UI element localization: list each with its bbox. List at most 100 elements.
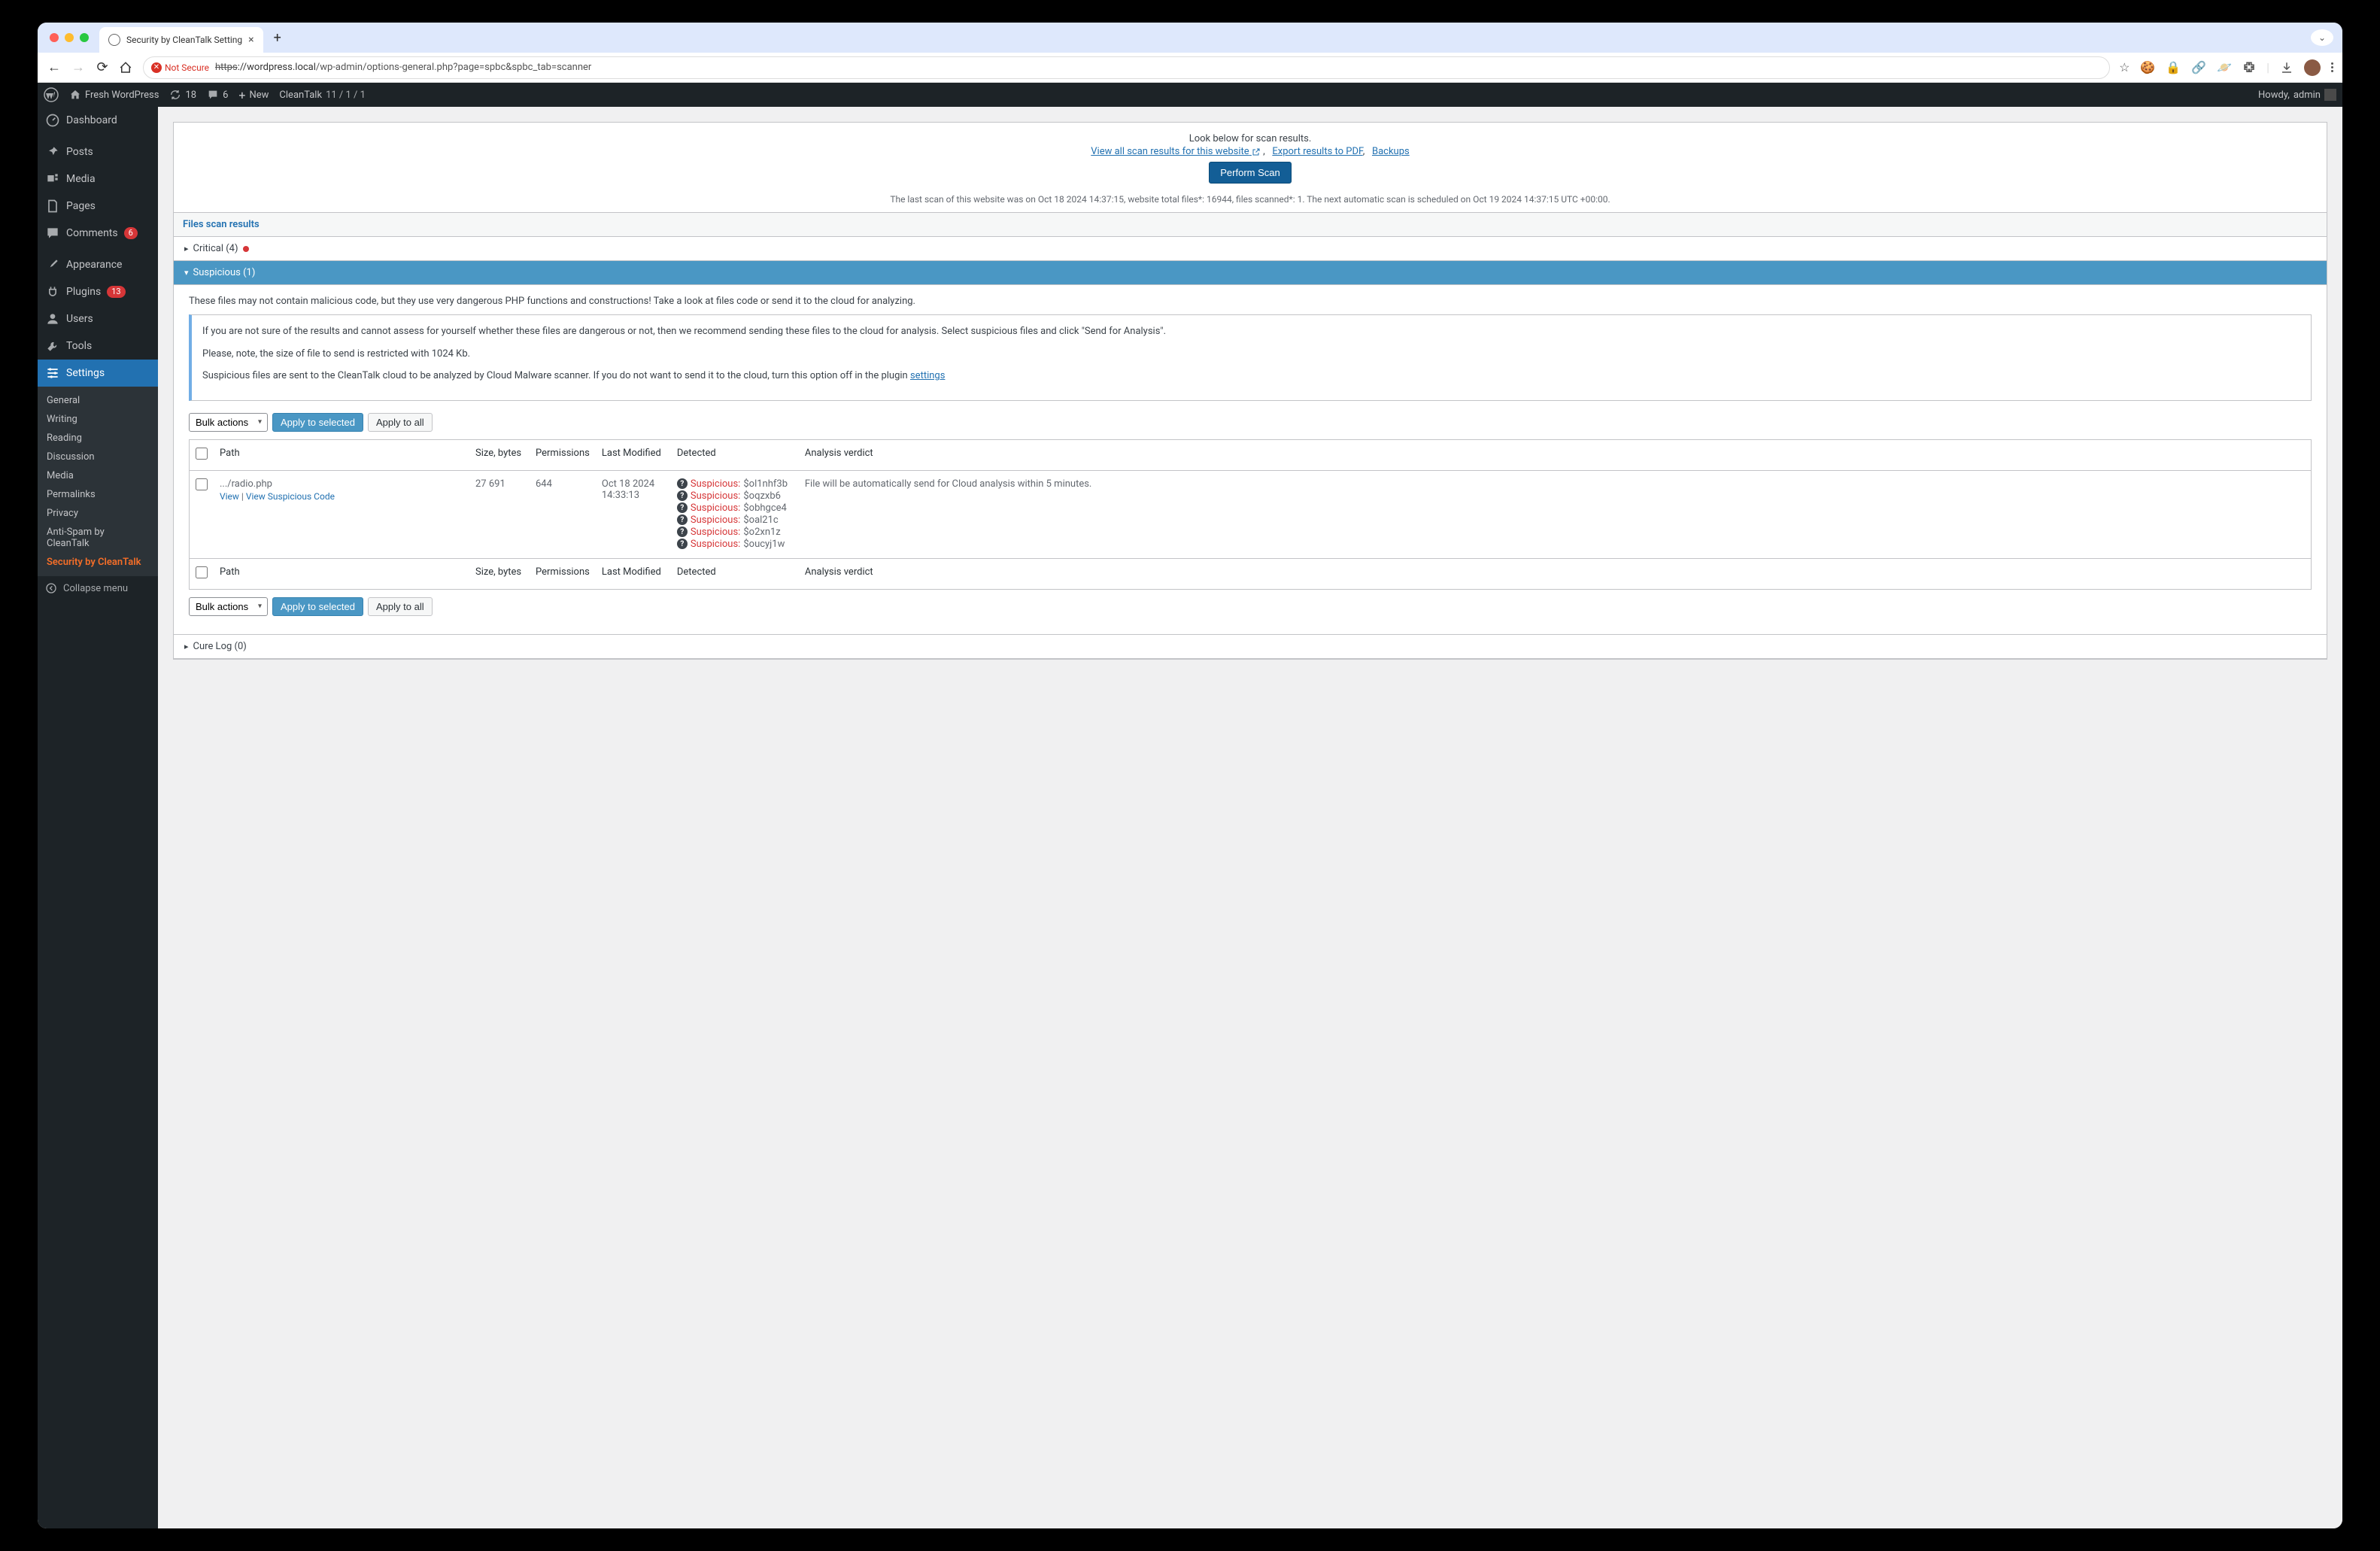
help-icon[interactable]: ? xyxy=(677,502,688,513)
globe-icon xyxy=(108,34,120,46)
table-header-row: Path Size, bytes Permissions Last Modifi… xyxy=(190,439,2312,470)
extension-icon[interactable]: 🍪 xyxy=(2140,60,2155,74)
submenu-antispam[interactable]: Anti-Spam by CleanTalk xyxy=(38,523,158,553)
collapse-menu[interactable]: Collapse menu xyxy=(38,576,158,600)
menu-media[interactable]: Media xyxy=(38,165,158,193)
menu-users[interactable]: Users xyxy=(38,305,158,332)
back-button[interactable]: ← xyxy=(47,59,62,75)
site-name-link[interactable]: Fresh WordPress xyxy=(69,89,159,101)
comments-link[interactable]: 6 xyxy=(207,89,228,101)
perform-scan-button[interactable]: Perform Scan xyxy=(1209,162,1291,184)
extensions-icon[interactable] xyxy=(2242,61,2256,74)
submenu-writing[interactable]: Writing xyxy=(38,410,158,429)
col-path[interactable]: Path xyxy=(214,439,469,470)
menu-pages[interactable]: Pages xyxy=(38,193,158,220)
window-maximize[interactable] xyxy=(80,33,89,42)
url-bar[interactable]: ✕ Not Secure https://wordpress.local/wp-… xyxy=(143,56,2110,79)
forward-button[interactable]: → xyxy=(71,59,86,75)
settings-link[interactable]: settings xyxy=(910,370,945,381)
apply-all-button[interactable]: Apply to all xyxy=(368,413,433,432)
downloads-icon[interactable] xyxy=(2280,61,2293,74)
submenu-reading[interactable]: Reading xyxy=(38,429,158,448)
new-tab-button[interactable]: + xyxy=(268,30,287,46)
menu-tools[interactable]: Tools xyxy=(38,332,158,360)
browser-window: Security by CleanTalk Setting × + ⌄ ← → … xyxy=(38,23,2342,1528)
accordion-critical[interactable]: Critical (4) xyxy=(174,237,2327,261)
apply-selected-button[interactable]: Apply to selected xyxy=(272,413,363,432)
menu-comments[interactable]: Comments 6 xyxy=(38,220,158,247)
window-minimize[interactable] xyxy=(65,33,74,42)
caret-icon xyxy=(184,243,189,254)
wp-sidebar: Dashboard Posts Media Pages Comment xyxy=(38,107,158,1528)
file-size: 27 691 xyxy=(469,470,530,558)
submenu-privacy[interactable]: Privacy xyxy=(38,504,158,523)
submenu-discussion[interactable]: Discussion xyxy=(38,448,158,466)
view-suspicious-action[interactable]: View Suspicious Code xyxy=(246,491,335,502)
bookmark-icon[interactable] xyxy=(2119,60,2130,74)
menu-settings[interactable]: Settings xyxy=(38,360,158,387)
submenu-permalinks[interactable]: Permalinks xyxy=(38,485,158,504)
traffic-lights xyxy=(44,33,95,42)
home-button[interactable] xyxy=(119,61,134,74)
menu-posts[interactable]: Posts xyxy=(38,138,158,165)
accordion-cure-log[interactable]: Cure Log (0) xyxy=(174,634,2327,659)
window-close[interactable] xyxy=(50,33,59,42)
view-all-results-link[interactable]: View all scan results for this website xyxy=(1091,146,1261,157)
menu-dashboard[interactable]: Dashboard xyxy=(38,107,158,134)
help-icon[interactable]: ? xyxy=(677,490,688,501)
help-icon[interactable]: ? xyxy=(677,527,688,537)
submenu-security[interactable]: Security by CleanTalk xyxy=(38,553,158,572)
col-detected[interactable]: Detected xyxy=(671,439,799,470)
view-action[interactable]: View xyxy=(220,491,239,502)
extension-icon[interactable]: 🔒 xyxy=(2166,60,2181,74)
extension-icon[interactable]: 🪐 xyxy=(2217,60,2232,74)
row-actions: View | View Suspicious Code xyxy=(220,491,463,502)
reload-button[interactable]: ⟳ xyxy=(95,59,110,75)
bulk-actions-select-bottom[interactable]: Bulk actions xyxy=(189,597,268,616)
browser-tab[interactable]: Security by CleanTalk Setting × xyxy=(99,27,263,53)
apply-selected-button-bottom[interactable]: Apply to selected xyxy=(272,597,363,616)
profile-avatar[interactable] xyxy=(2304,59,2321,76)
tab-close-icon[interactable]: × xyxy=(248,34,253,46)
toolbar-right: 🍪 🔒 🔗 🪐 | xyxy=(2119,59,2333,76)
tab-title: Security by CleanTalk Setting xyxy=(126,35,242,45)
bulk-actions-top: Bulk actions Apply to selected Apply to … xyxy=(189,413,2312,432)
col-size[interactable]: Size, bytes xyxy=(469,439,530,470)
backups-link[interactable]: Backups xyxy=(1372,146,1410,157)
help-icon[interactable]: ? xyxy=(677,539,688,549)
accordion-suspicious[interactable]: Suspicious (1) xyxy=(174,261,2327,285)
howdy-user[interactable]: Howdy, admin xyxy=(2258,89,2336,101)
file-path: .../radio.php xyxy=(220,478,272,490)
cleantalk-link[interactable]: CleanTalk 11 / 1 / 1 xyxy=(279,90,366,101)
bulk-actions-select[interactable]: Bulk actions xyxy=(189,413,268,432)
row-checkbox[interactable] xyxy=(196,478,208,490)
scan-header: Look below for scan results. View all sc… xyxy=(174,123,2327,191)
col-modified[interactable]: Last Modified xyxy=(596,439,671,470)
tab-strip: Security by CleanTalk Setting × + ⌄ xyxy=(38,23,2342,53)
extension-icon[interactable]: 🔗 xyxy=(2191,60,2206,74)
submenu-general[interactable]: General xyxy=(38,391,158,410)
menu-plugins[interactable]: Plugins 13 xyxy=(38,278,158,305)
menu-appearance[interactable]: Appearance xyxy=(38,251,158,278)
select-all-checkbox-bottom[interactable] xyxy=(196,566,208,578)
dashboard-icon xyxy=(45,113,60,128)
wp-content: Look below for scan results. View all sc… xyxy=(158,107,2342,1528)
col-perms[interactable]: Permissions xyxy=(530,439,596,470)
tabs-dropdown-icon[interactable]: ⌄ xyxy=(2311,29,2333,46)
wp-logo[interactable] xyxy=(44,87,59,102)
warning-icon: ✕ xyxy=(151,62,162,73)
new-content-link[interactable]: + New xyxy=(238,88,269,102)
brush-icon xyxy=(45,257,60,272)
updates-link[interactable]: 18 xyxy=(169,89,196,101)
help-icon[interactable]: ? xyxy=(677,478,688,489)
file-verdict: File will be automatically send for Clou… xyxy=(799,470,2312,558)
suspicious-description: These files may not contain malicious co… xyxy=(189,296,2312,307)
apply-all-button-bottom[interactable]: Apply to all xyxy=(368,597,433,616)
submenu-media[interactable]: Media xyxy=(38,466,158,485)
browser-menu-icon[interactable] xyxy=(2331,62,2333,72)
select-all-checkbox[interactable] xyxy=(196,448,208,460)
help-icon[interactable]: ? xyxy=(677,514,688,525)
export-pdf-link[interactable]: Export results to PDF xyxy=(1272,146,1362,157)
col-verdict[interactable]: Analysis verdict xyxy=(799,439,2312,470)
wrench-icon xyxy=(45,338,60,354)
